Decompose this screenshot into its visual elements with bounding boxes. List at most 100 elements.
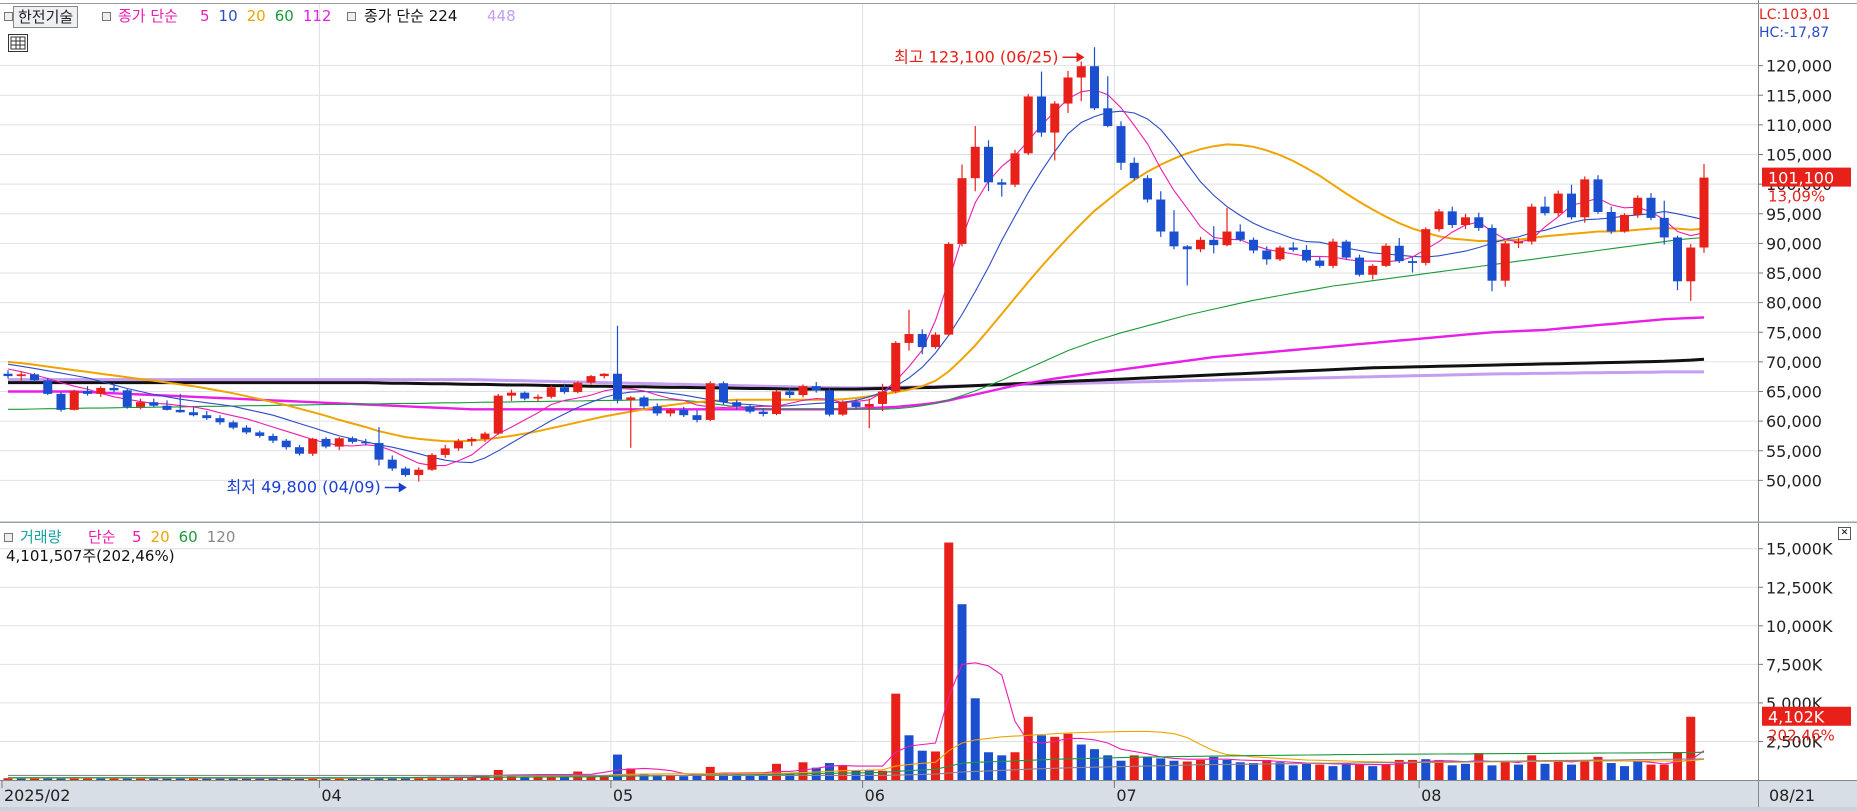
candle-body [255, 432, 265, 436]
candle-body [1142, 178, 1153, 200]
candle-body [771, 391, 782, 415]
candle-body [520, 392, 530, 399]
candle-body [1315, 260, 1325, 266]
price-tick-label: 120,000 [1766, 57, 1832, 76]
volume-legend-period-120[interactable]: 120 [207, 528, 236, 546]
legend-ma-long-label: 종가 단순 224 [364, 7, 458, 25]
candle-body [1235, 231, 1245, 240]
price-tick-label: 60,000 [1766, 412, 1822, 431]
volume-bar [1103, 755, 1113, 780]
volume-bar [1553, 759, 1563, 780]
candle-body [758, 411, 768, 415]
volume-bar [1474, 753, 1484, 780]
candle-body [467, 438, 477, 442]
volume-bar [1328, 766, 1338, 780]
candle-body [1063, 77, 1073, 104]
legend-ma-period-112[interactable]: 112 [303, 7, 332, 25]
date-label: 06 [865, 786, 885, 805]
candle-body [679, 409, 689, 416]
candle-body [1103, 108, 1113, 127]
candle-body [294, 447, 305, 454]
price-tick-label: 90,000 [1766, 234, 1822, 253]
legend-checkbox-ma[interactable] [102, 12, 111, 21]
candle-body [983, 146, 994, 183]
candle-body [1275, 247, 1285, 260]
candle-body [1169, 231, 1179, 247]
volume-bar [1063, 733, 1073, 780]
candle-body [930, 334, 941, 348]
volume-bar [1341, 763, 1351, 780]
candle-body [427, 454, 437, 470]
candle-body [1129, 162, 1139, 179]
candle-body [202, 415, 212, 419]
candle-body [917, 334, 927, 348]
candle-body [1699, 177, 1709, 248]
candle-body [3, 373, 13, 377]
candle-body [480, 433, 490, 439]
volume-bar [1460, 763, 1471, 780]
volume-bar [1169, 760, 1179, 780]
volume-bar [1116, 760, 1126, 780]
candle-body [215, 418, 225, 423]
volume-bar [1540, 763, 1550, 780]
legend-checkbox-ma-long[interactable] [347, 12, 356, 21]
candle-body [1381, 245, 1391, 266]
volume-legend-period-60[interactable]: 60 [179, 528, 198, 546]
table-icon[interactable] [8, 34, 28, 52]
legend-ma-448: 448 [487, 7, 516, 25]
volume-bar [1142, 756, 1153, 780]
volume-bar [1262, 759, 1272, 780]
volume-legend-period-5[interactable]: 5 [132, 528, 142, 546]
legend-ma-period-5[interactable]: 5 [200, 7, 210, 25]
legend-ma-period-60[interactable]: 60 [275, 7, 294, 25]
current-price-label: 101,100 [1768, 169, 1834, 188]
candle-body [1089, 66, 1100, 109]
candle-body [347, 438, 358, 442]
candle-body [904, 334, 914, 343]
volume-bar [957, 604, 967, 780]
close-icon[interactable]: ✕ [1838, 527, 1851, 540]
volume-bar [944, 542, 954, 780]
candle-body [838, 402, 848, 415]
high-annotation: 최고 123,100 (06/25) [894, 47, 1058, 66]
volume-pane[interactable]: 2,500K 5,000K 7,500K 10,000K 12,500K 15,000K 4… [0, 523, 1857, 780]
candle-body [493, 395, 503, 434]
candle-body [1619, 214, 1630, 232]
candle-body [1368, 265, 1378, 275]
volume-bar [1686, 716, 1696, 780]
volume-bar [1672, 752, 1683, 780]
candle-body [334, 438, 344, 447]
volume-bar [1447, 765, 1457, 780]
candle-body [1606, 211, 1616, 232]
price-tick-label: 80,000 [1766, 294, 1822, 313]
price-tick-label: 85,000 [1766, 264, 1822, 283]
volume-bar [1222, 759, 1232, 780]
candle-body [877, 391, 888, 404]
low-annotation: 최저 49,800 (04/09) [227, 478, 381, 497]
date-label: 05 [613, 786, 633, 805]
candle-body [652, 406, 662, 414]
price-pane[interactable]: 50,000 55,000 60,000 65,000 70,000 75,000 80,0… [0, 0, 1857, 524]
candle-body [1659, 217, 1669, 238]
volume-chart[interactable]: 2,500K5,000K7,500K10,000K12,500K15,000K4… [0, 523, 1857, 780]
candle-body [281, 440, 291, 448]
legend-checkbox-stock[interactable] [4, 12, 13, 21]
price-tick-label: 50,000 [1766, 471, 1822, 490]
volume-legend-period-20[interactable]: 20 [151, 528, 170, 546]
volume-bar [904, 735, 914, 780]
candle-body [1407, 261, 1418, 263]
price-chart[interactable]: 50,000 55,000 60,000 65,000 70,000 75,000 80,0… [0, 0, 1857, 524]
legend-checkbox-volume[interactable] [4, 533, 13, 542]
stock-name-button[interactable]: 한전기술 [13, 6, 79, 28]
volume-bar [1368, 766, 1378, 780]
legend-ma-period-20[interactable]: 20 [247, 7, 266, 25]
candle-body [997, 182, 1007, 185]
candle-body [1633, 197, 1643, 215]
price-tick-label: 115,000 [1766, 86, 1832, 105]
candle-body [82, 390, 93, 394]
volume-bar [1275, 762, 1285, 780]
candle-body [1434, 211, 1444, 230]
volume-current: 4,101,507주(202,46%) [6, 547, 175, 565]
legend-ma-period-10[interactable]: 10 [219, 7, 238, 25]
date-axis-labels: 2025/02 04 05 06 07 08 08/21 [0, 780, 1857, 807]
